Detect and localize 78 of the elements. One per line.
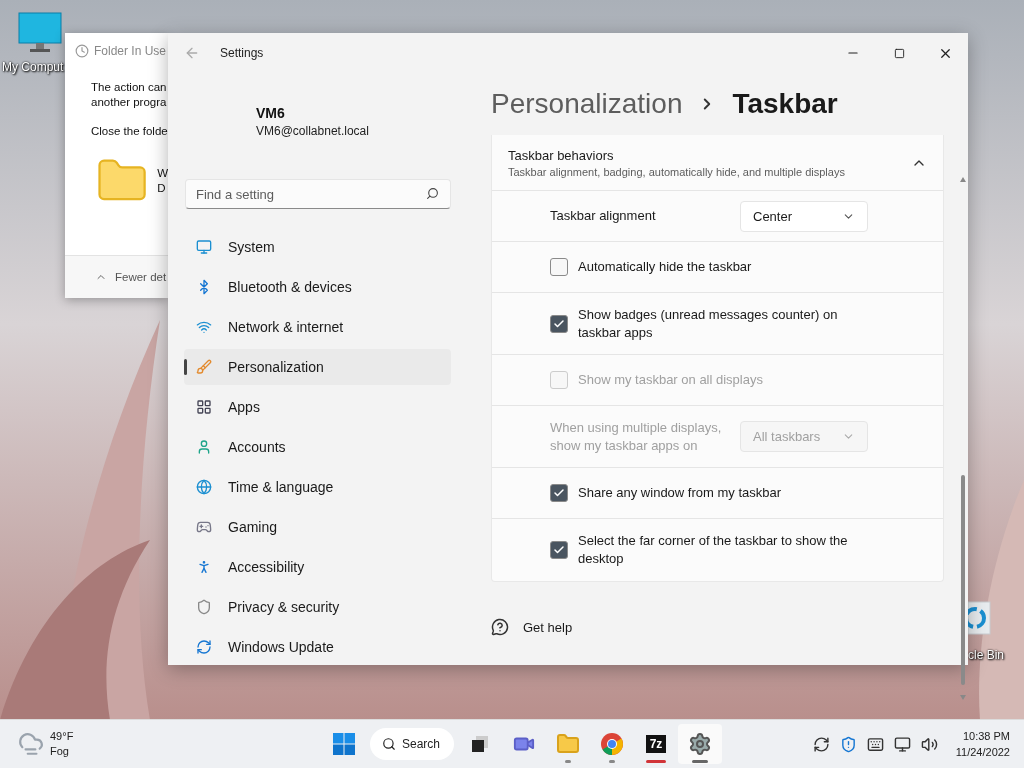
desktop-icon-label: My Comput: [2, 60, 64, 74]
checkbox-label: Automatically hide the taskbar: [578, 258, 753, 276]
setting-label: When using multiple displays, show my taskbar apps on: [550, 418, 723, 455]
computer-icon[interactable]: [18, 12, 62, 54]
breadcrumb-item[interactable]: Personalization: [491, 88, 683, 120]
clock[interactable]: 10:38 PM 11/24/2022: [955, 728, 1010, 761]
nav-item[interactable]: Bluetooth & devices: [184, 269, 451, 305]
recycle-bin-icon[interactable]: [968, 600, 992, 636]
update-icon: [196, 639, 212, 655]
dialog-title: Folder In Use: [94, 44, 167, 58]
section-subtitle: Taskbar alignment, badging, automatically hide, and multiple displays: [508, 165, 846, 178]
checkbox[interactable]: [550, 484, 568, 502]
search-field[interactable]: Find a setting: [185, 179, 451, 209]
browser-icon: [600, 732, 624, 757]
apps-icon: [196, 399, 212, 415]
taskbar-app[interactable]: 7z: [634, 724, 678, 765]
temperature: 49°F: [50, 729, 74, 745]
nav-item[interactable]: Privacy & security: [184, 589, 451, 625]
taskbar-app[interactable]: [678, 724, 722, 765]
nav-item[interactable]: Apps: [184, 389, 451, 425]
nav-item[interactable]: Gaming: [184, 509, 451, 545]
nav-item[interactable]: Personalization: [184, 349, 451, 385]
monitor-icon: [196, 239, 212, 255]
checkbox[interactable]: [550, 541, 568, 559]
shield-icon: [196, 599, 212, 615]
shield-warning-icon[interactable]: [839, 735, 857, 753]
maximize-icon: [893, 47, 905, 59]
setting-label: Taskbar alignment: [550, 207, 657, 225]
dropdown[interactable]: Center: [740, 200, 868, 232]
clock-icon: [75, 44, 89, 58]
volume-icon[interactable]: [920, 735, 938, 753]
nav-item[interactable]: System: [184, 229, 451, 265]
fog-icon: [18, 731, 44, 758]
details-toggle[interactable]: Fewer det: [115, 271, 167, 283]
breadcrumb-item: Taskbar: [732, 88, 838, 120]
window-title: Settings: [220, 46, 265, 60]
file-detail: D: [157, 181, 167, 196]
checkbox-label: Show badges (unread messages counter) on taskbar apps: [578, 305, 839, 342]
checkbox[interactable]: [550, 314, 568, 333]
archiver-icon: 7z: [645, 735, 667, 754]
check-icon: [553, 317, 565, 330]
brush-icon: [196, 359, 212, 375]
search-icon: [382, 737, 396, 752]
wifi-icon: [196, 319, 212, 335]
gamepad-icon: [196, 519, 212, 535]
nav-item[interactable]: Accounts: [184, 429, 451, 465]
globe-icon: [196, 479, 212, 495]
nav-item[interactable]: Accessibility: [184, 549, 451, 585]
sync-icon[interactable]: [812, 735, 830, 753]
task-view-icon: [470, 734, 490, 755]
weather-condition: Fog: [50, 744, 70, 760]
dialog-message: The action can: [91, 80, 168, 95]
dialog-message: Close the folde: [91, 124, 168, 139]
nav-item[interactable]: Time & language: [184, 469, 451, 505]
help-icon: [491, 618, 509, 636]
file-detail: W: [157, 166, 168, 181]
desktop-icon-label: cle Bin: [968, 648, 1005, 662]
person-icon: [196, 439, 212, 455]
gear-icon: [688, 732, 712, 757]
user-name: VM6: [256, 105, 286, 121]
nav-item[interactable]: Windows Update: [184, 629, 451, 665]
network-icon[interactable]: [893, 735, 911, 753]
search-icon: [426, 187, 439, 200]
keyboard-icon[interactable]: [866, 735, 884, 753]
checkbox-label: Share any window from my taskbar: [578, 484, 783, 502]
nav-item[interactable]: Network & internet: [184, 309, 451, 345]
accessibility-icon: [196, 559, 212, 575]
taskbar-search[interactable]: Search: [370, 728, 454, 761]
check-icon: [553, 544, 565, 556]
dialog-message: another progra: [91, 95, 168, 110]
help-link[interactable]: Get help: [523, 619, 573, 635]
section-title: Taskbar behaviors: [508, 147, 615, 163]
check-icon: [553, 487, 565, 499]
windows-logo-icon: [333, 733, 355, 756]
checkbox[interactable]: [550, 258, 568, 276]
user-email: VM6@collabnet.local: [256, 124, 370, 138]
checkbox-label: Select the far corner of the taskbar to show the desktop: [578, 532, 849, 568]
checkbox-label: Show my taskbar on all displays: [578, 371, 764, 389]
